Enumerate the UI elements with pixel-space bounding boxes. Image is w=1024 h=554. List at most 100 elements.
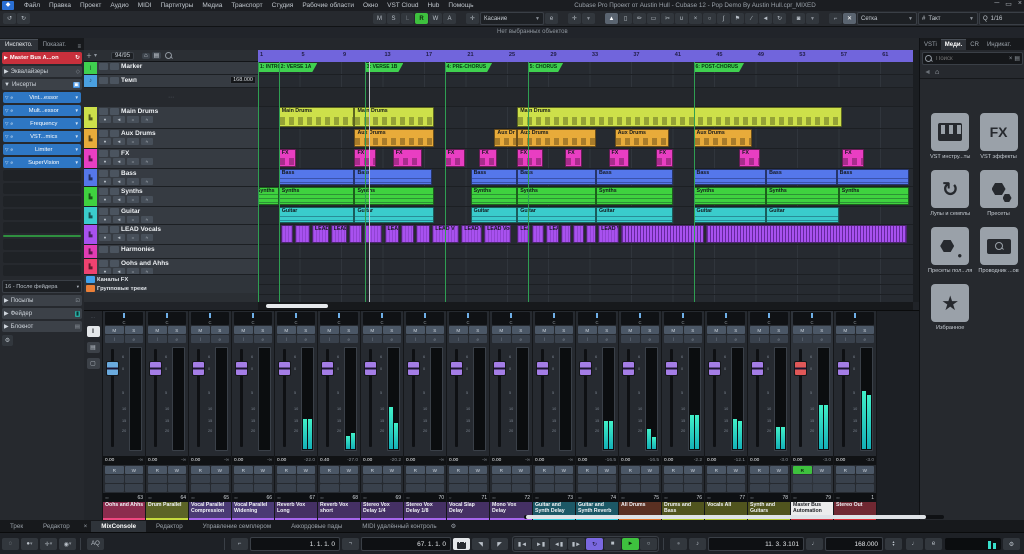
media-tile[interactable]: FXVST эффекты	[978, 113, 1018, 160]
listen-button[interactable]: l	[793, 335, 812, 343]
solo-button[interactable]: S	[856, 326, 875, 334]
insert-slot-empty[interactable]	[3, 196, 81, 207]
mixer-view-racks-icon[interactable]: ▤	[87, 342, 100, 353]
send-state-button[interactable]	[191, 484, 210, 492]
audio-clip[interactable]	[295, 225, 310, 243]
track-list-divider[interactable]: ⋯	[84, 88, 258, 107]
marker-lane[interactable]: 1: INTRO2: VERSE 1A3: VERSE 1B4: PRE-CHO…	[258, 62, 913, 75]
audio-clip[interactable]: LEAD Vocal	[598, 225, 619, 243]
cue-state-button[interactable]	[168, 484, 187, 492]
inserts-bypass-icon[interactable]: ▣	[73, 82, 80, 88]
fader-cap[interactable]	[493, 361, 506, 376]
track-button[interactable]	[110, 77, 119, 84]
solo-button[interactable]: S	[598, 326, 617, 334]
audio-clip[interactable]: Synths	[596, 187, 673, 205]
solo-button[interactable]: S	[555, 326, 574, 334]
channel-name[interactable]: Reverb Vox short	[318, 502, 360, 521]
mute-button[interactable]: M	[836, 326, 855, 334]
audio-clip[interactable]: Guitar	[766, 207, 839, 223]
eq-state-button[interactable]	[555, 475, 574, 483]
insert-state-button[interactable]	[707, 475, 726, 483]
pan-control[interactable]: C	[449, 312, 487, 325]
audio-clip[interactable]: Synths	[839, 187, 910, 205]
fader-cap[interactable]	[235, 361, 248, 376]
go-to-start-button[interactable]: ▮◄	[514, 538, 531, 550]
send-state-button[interactable]	[105, 484, 124, 492]
freeze-icon[interactable]: ≈	[141, 268, 153, 274]
audio-clip[interactable]: Bass	[471, 169, 518, 185]
listen-button[interactable]: l	[750, 335, 769, 343]
mixer-hscroll-thumb[interactable]	[526, 515, 926, 519]
media-tile[interactable]: ●Пресеты пол...ля	[928, 227, 972, 274]
section-inserts[interactable]: ▼ Инсерты ▣	[2, 79, 82, 90]
listen-button[interactable]: l	[105, 335, 124, 343]
freeze-icon[interactable]: ≈	[141, 138, 153, 145]
solo-button[interactable]: S	[512, 326, 531, 334]
select-tool[interactable]: ▲	[605, 13, 618, 24]
marker-flag[interactable]: 2: VERSE 1A	[279, 63, 318, 72]
channel-name[interactable]: Vocal Slap Delay	[447, 502, 489, 521]
lane-icon[interactable]: =	[127, 196, 139, 203]
tempo-spinner[interactable]: ▲▼	[885, 538, 902, 550]
cycle-button[interactable]: ↻	[586, 538, 603, 550]
media-search-box[interactable]: × ▤	[922, 52, 1023, 65]
insert-slot-empty[interactable]	[3, 239, 81, 250]
playhead[interactable]	[369, 62, 370, 302]
lane-icon[interactable]: =	[127, 268, 139, 274]
lock-punch-icon[interactable]	[453, 538, 470, 550]
audio-clip[interactable]	[586, 225, 596, 243]
insert-slot-empty[interactable]	[3, 252, 81, 263]
audio-clip[interactable]	[349, 225, 361, 243]
pan-control[interactable]: C	[105, 312, 143, 325]
audio-clip[interactable]: Guitar	[596, 207, 673, 223]
write-automation-button[interactable]: W	[254, 466, 273, 474]
send-state-button[interactable]	[148, 484, 167, 492]
auto-scroll-options-icon[interactable]: ▼	[582, 13, 595, 24]
listen-button[interactable]: l	[320, 335, 339, 343]
line-tool[interactable]: ∕	[745, 13, 758, 24]
audio-clip[interactable]: Synths	[766, 187, 839, 205]
insert-slot[interactable]: ▽eMult...essor▼	[3, 105, 81, 116]
record-mode-icon[interactable]: ●▾	[21, 538, 38, 550]
media-tile[interactable]: Проводник ...ов	[978, 227, 1018, 274]
listen-button[interactable]: l	[664, 335, 683, 343]
fader-db-value[interactable]: 0.00	[707, 458, 716, 463]
channel-strip[interactable]: CMSle6051015200.40-27.0RW○○68Reverb Vox …	[318, 311, 361, 521]
tab-editor-left[interactable]: Редактор	[33, 521, 80, 532]
edit-icon[interactable]: e	[10, 147, 13, 152]
mixer-view-monitor-icon[interactable]: ▢	[87, 358, 100, 369]
punch-out-icon[interactable]: ◤	[491, 538, 508, 550]
tab-редактор[interactable]: Редактор	[146, 521, 193, 532]
listen-button[interactable]: l	[492, 335, 511, 343]
fader-db-value[interactable]: 0.00	[750, 458, 759, 463]
send-state-button[interactable]	[277, 484, 296, 492]
fader-cap[interactable]	[407, 361, 420, 376]
track-row[interactable]: ▙FX●◄=≈	[84, 149, 258, 169]
send-state-button[interactable]	[363, 484, 382, 492]
tempo-icon[interactable]: ♩	[806, 538, 823, 550]
insert-state-button[interactable]	[449, 475, 468, 483]
freeze-icon[interactable]: ≈	[141, 216, 153, 223]
edit-icon[interactable]: e	[10, 95, 13, 100]
lane-icon[interactable]: =	[127, 158, 139, 165]
insert-state-button[interactable]	[406, 475, 425, 483]
lane-icon[interactable]: =	[127, 116, 139, 123]
menu-item[interactable]: Медиа	[198, 0, 226, 11]
audio-clip[interactable]	[416, 225, 431, 243]
fader-cap[interactable]	[106, 361, 119, 376]
listen-button[interactable]: l	[277, 335, 296, 343]
peak-value[interactable]: -3.0	[823, 458, 831, 463]
fader-db-value[interactable]: 0.00	[492, 458, 501, 463]
eq-state-button[interactable]	[598, 475, 617, 483]
peak-value[interactable]: -∞	[482, 458, 487, 463]
write-automation-button[interactable]: W	[770, 466, 789, 474]
snap-off-icon[interactable]: ⌐	[829, 13, 842, 24]
write-automation-button[interactable]: W	[555, 466, 574, 474]
glue-tool[interactable]: ∪	[675, 13, 688, 24]
inspector-track-button[interactable]: ▶ Master Bus A...on ↻	[2, 52, 82, 64]
eq-state-button[interactable]	[125, 475, 144, 483]
bypass-icon[interactable]: ▽	[5, 134, 8, 140]
track-search-icon[interactable]	[165, 52, 172, 59]
solo-button[interactable]	[110, 170, 119, 177]
left-locator-icon[interactable]: ⌐	[231, 538, 248, 550]
